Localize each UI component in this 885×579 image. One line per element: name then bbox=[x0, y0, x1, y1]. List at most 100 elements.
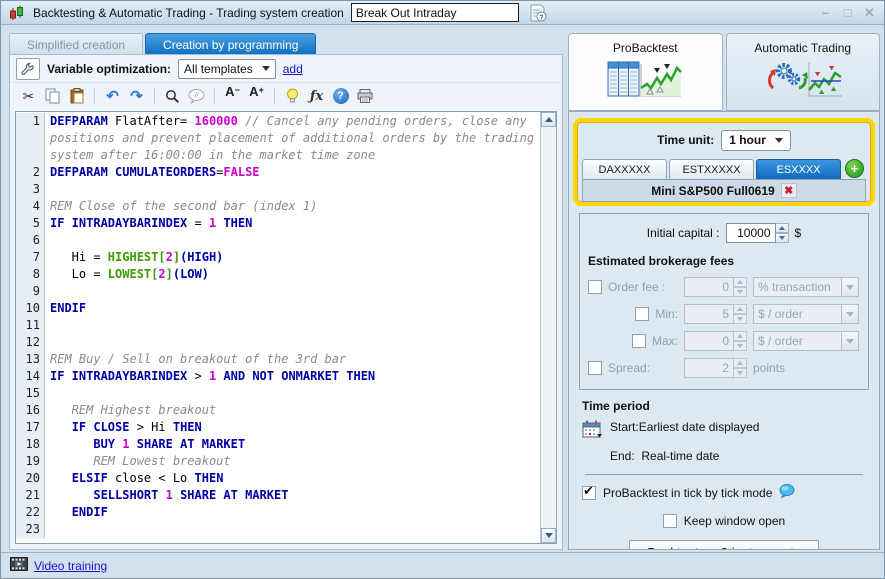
tab-probacktest[interactable]: ProBacktest bbox=[568, 33, 723, 111]
currency-label: $ bbox=[795, 226, 802, 240]
scroll-up-icon[interactable] bbox=[541, 112, 556, 127]
paste-icon[interactable] bbox=[66, 86, 87, 106]
min-fee-value[interactable]: 5 bbox=[684, 304, 734, 324]
keep-window-checkbox[interactable] bbox=[663, 514, 677, 528]
video-training-link[interactable]: Video training bbox=[34, 559, 107, 573]
time-unit-select[interactable]: 1 hour bbox=[721, 130, 791, 151]
spread-stepper[interactable]: 2 bbox=[684, 358, 747, 378]
order-fee-value[interactable]: 0 bbox=[684, 277, 734, 297]
order-fee-checkbox[interactable] bbox=[588, 280, 602, 294]
tick-mode-checkbox[interactable] bbox=[582, 486, 596, 500]
min-fee-unit-select[interactable]: $ / order bbox=[753, 304, 859, 324]
report-help-icon[interactable]: ? bbox=[526, 3, 550, 23]
chevron-down-icon[interactable] bbox=[842, 304, 859, 324]
scroll-down-icon[interactable] bbox=[541, 528, 556, 543]
minimize-button[interactable]: – bbox=[818, 5, 833, 20]
calendar-icon[interactable] bbox=[582, 420, 603, 442]
function-icon[interactable]: ƒx bbox=[306, 86, 327, 106]
code-line[interactable]: 12 bbox=[16, 334, 540, 351]
help-icon[interactable]: ? bbox=[330, 86, 351, 106]
chevron-down-icon[interactable] bbox=[842, 277, 859, 297]
max-fee-unit-select[interactable]: $ / order bbox=[753, 331, 859, 351]
spread-unit-label: points bbox=[753, 361, 785, 375]
code-line[interactable]: 15 bbox=[16, 385, 540, 402]
remove-instrument-icon[interactable]: ✖ bbox=[781, 183, 797, 198]
code-line[interactable]: 2DEFPARAM CUMULATEORDERS=FALSE bbox=[16, 164, 540, 181]
decrease-font-icon[interactable]: A− bbox=[222, 86, 243, 106]
step-up-icon[interactable] bbox=[734, 304, 747, 314]
code-line[interactable]: 1DEFPARAM FlatAfter= 160000 // Cancel an… bbox=[16, 113, 540, 130]
step-down-icon[interactable] bbox=[734, 368, 747, 378]
comment-icon[interactable]: // bbox=[186, 86, 207, 106]
templates-select[interactable]: All templates bbox=[178, 59, 276, 79]
code-line[interactable]: 13REM Buy / Sell on breakout of the 3rd … bbox=[16, 351, 540, 368]
tab-simplified-creation[interactable]: Simplified creation bbox=[9, 33, 143, 55]
undo-icon[interactable]: ↶ bbox=[102, 86, 123, 106]
tab-automatic-trading[interactable]: Automatic Trading bbox=[726, 33, 881, 111]
code-line[interactable]: 17 IF CLOSE > Hi THEN bbox=[16, 419, 540, 436]
code-editor[interactable]: 1DEFPARAM FlatAfter= 160000 // Cancel an… bbox=[15, 111, 557, 544]
code-line[interactable]: system after 16:00:00 in the market time… bbox=[16, 147, 540, 164]
code-line[interactable]: 10ENDIF bbox=[16, 300, 540, 317]
order-fee-stepper[interactable]: 0 bbox=[684, 277, 747, 297]
step-down-icon[interactable] bbox=[734, 287, 747, 297]
backtest-button[interactable]: Backtest on 3 instruments bbox=[629, 540, 818, 550]
chevron-down-icon[interactable] bbox=[842, 331, 859, 351]
tab-creation-by-programming[interactable]: Creation by programming bbox=[145, 33, 316, 55]
maximize-button[interactable]: □ bbox=[840, 5, 855, 20]
code-line[interactable]: 11 bbox=[16, 317, 540, 334]
add-instrument-icon[interactable]: + bbox=[845, 159, 864, 178]
editor-scrollbar[interactable] bbox=[540, 112, 556, 543]
code-line[interactable]: 6 bbox=[16, 232, 540, 249]
code-line[interactable]: 14IF INTRADAYBARINDEX > 1 AND NOT ONMARK… bbox=[16, 368, 540, 385]
max-fee-checkbox[interactable] bbox=[632, 334, 646, 348]
code-line[interactable]: 9 bbox=[16, 283, 540, 300]
step-down-icon[interactable] bbox=[734, 314, 747, 324]
instrument-tab-estxxxxx[interactable]: ESTXXXXX bbox=[669, 159, 754, 179]
initial-capital-value[interactable]: 10000 bbox=[726, 223, 776, 243]
code-line[interactable]: 5IF INTRADAYBARINDEX = 1 THEN bbox=[16, 215, 540, 232]
system-name-input[interactable]: Break Out Intraday bbox=[351, 3, 519, 22]
step-up-icon[interactable] bbox=[734, 277, 747, 287]
hint-bulb-icon[interactable] bbox=[282, 86, 303, 106]
search-icon[interactable] bbox=[162, 86, 183, 106]
code-line[interactable]: 8 Lo = LOWEST[2](LOW) bbox=[16, 266, 540, 283]
step-down-icon[interactable] bbox=[734, 341, 747, 351]
spread-checkbox[interactable] bbox=[588, 361, 602, 375]
step-up-icon[interactable] bbox=[734, 331, 747, 341]
redo-icon[interactable]: ↷ bbox=[126, 86, 147, 106]
window-title: Backtesting & Automatic Trading - Tradin… bbox=[33, 6, 344, 20]
code-line[interactable]: 7 Hi = HIGHEST[2](HIGH) bbox=[16, 249, 540, 266]
cut-icon[interactable]: ✂ bbox=[18, 86, 39, 106]
order-fee-unit-select[interactable]: % transaction bbox=[753, 277, 859, 297]
instrument-tab-esxxxx[interactable]: ESXXXX bbox=[756, 159, 841, 179]
code-line[interactable]: 18 BUY 1 SHARE AT MARKET bbox=[16, 436, 540, 453]
instrument-tab-daxxxxx[interactable]: DAXXXXX bbox=[582, 159, 667, 179]
code-line[interactable]: 16 REM Highest breakout bbox=[16, 402, 540, 419]
code-line[interactable]: 20 ELSIF close < Lo THEN bbox=[16, 470, 540, 487]
max-fee-value[interactable]: 0 bbox=[684, 331, 734, 351]
code-line[interactable]: 4REM Close of the second bar (index 1) bbox=[16, 198, 540, 215]
spread-value[interactable]: 2 bbox=[684, 358, 734, 378]
min-fee-stepper[interactable]: 5 bbox=[684, 304, 747, 324]
optimization-wrench-button[interactable] bbox=[16, 58, 40, 80]
min-fee-checkbox[interactable] bbox=[635, 307, 649, 321]
tick-mode-bubble-icon[interactable] bbox=[779, 484, 795, 501]
step-up-icon[interactable] bbox=[776, 223, 789, 233]
code-line[interactable]: positions and prevent placement of addit… bbox=[16, 130, 540, 147]
step-down-icon[interactable] bbox=[776, 233, 789, 243]
print-icon[interactable] bbox=[354, 86, 375, 106]
initial-capital-stepper[interactable]: 10000 bbox=[726, 223, 789, 243]
max-fee-stepper[interactable]: 0 bbox=[684, 331, 747, 351]
copy-icon[interactable] bbox=[42, 86, 63, 106]
close-button[interactable]: ✕ bbox=[862, 5, 877, 21]
step-up-icon[interactable] bbox=[734, 358, 747, 368]
code-line[interactable]: 19 REM Lowest breakout bbox=[16, 453, 540, 470]
add-template-link[interactable]: add bbox=[283, 62, 303, 76]
increase-font-icon[interactable]: A+ bbox=[246, 86, 267, 106]
code-line[interactable]: 22 ENDIF bbox=[16, 504, 540, 521]
code-line[interactable]: 23 bbox=[16, 521, 540, 538]
code-line[interactable]: 21 SELLSHORT 1 SHARE AT MARKET bbox=[16, 487, 540, 504]
code-line[interactable]: 3 bbox=[16, 181, 540, 198]
toolbar-separator bbox=[154, 88, 155, 104]
